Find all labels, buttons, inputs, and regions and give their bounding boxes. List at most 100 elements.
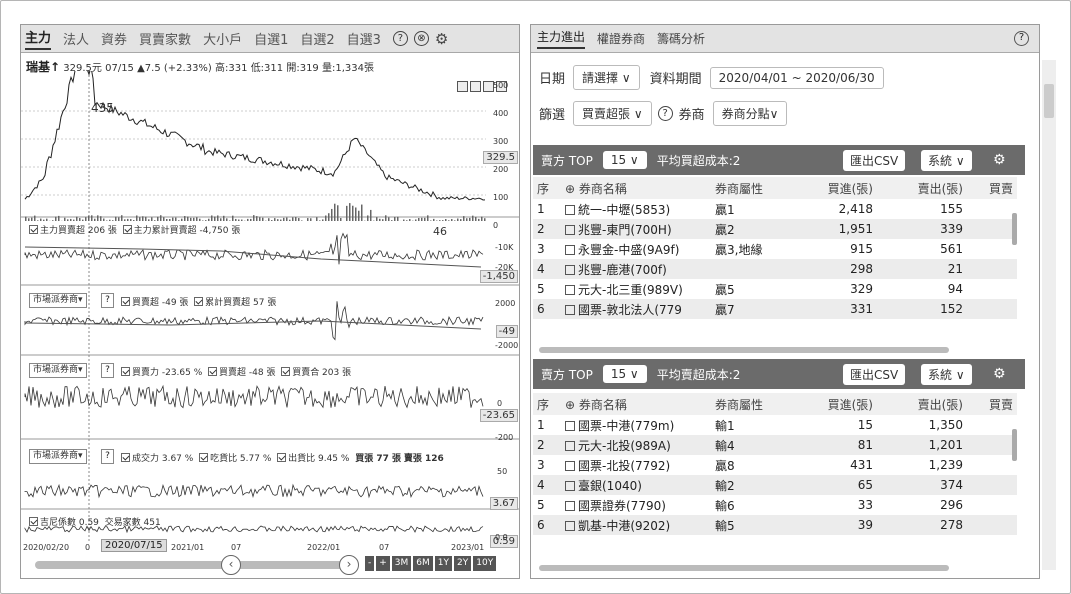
row-checkbox[interactable]: [565, 264, 575, 275]
page-scroll-thumb[interactable]: [1044, 84, 1054, 118]
column-header[interactable]: 券商屬性: [711, 393, 793, 415]
gear-icon[interactable]: ⚙: [435, 30, 448, 48]
tab-custom3[interactable]: 自選3: [347, 29, 381, 48]
tab-chip-analysis[interactable]: 籌碼分析: [657, 30, 705, 47]
buy-table-vscroll[interactable]: [1012, 429, 1017, 461]
scroll-right-icon[interactable]: ›: [339, 555, 359, 575]
broker-select[interactable]: 券商分點∨: [712, 101, 788, 126]
tab-custom2[interactable]: 自選2: [300, 29, 334, 48]
volume-bar: [163, 217, 165, 221]
zoom-in-button[interactable]: +: [376, 556, 390, 571]
tab-warrant-brokers[interactable]: 權證券商: [597, 30, 645, 47]
top-n-select[interactable]: 15 ∨: [602, 365, 647, 383]
export-csv-button[interactable]: 匯出CSV: [843, 363, 906, 385]
buy-table-hscroll[interactable]: [539, 565, 949, 571]
checkbox[interactable]: [121, 367, 130, 376]
tab-custom1[interactable]: 自選1: [254, 29, 288, 48]
row-checkbox[interactable]: [565, 440, 575, 451]
rank: 4: [533, 475, 561, 495]
zoom-out-button[interactable]: -: [365, 556, 375, 571]
help-icon[interactable]: ?: [392, 31, 408, 46]
checkbox[interactable]: [121, 453, 130, 462]
checkbox[interactable]: [277, 453, 287, 462]
tab-main-in-out[interactable]: 主力進出: [537, 28, 586, 49]
checkbox[interactable]: [194, 297, 204, 306]
panel5-help-button[interactable]: ?: [101, 449, 114, 464]
top-n-select[interactable]: 15 ∨: [602, 151, 647, 169]
checkbox[interactable]: [122, 225, 132, 234]
range-6m-button[interactable]: 6M: [413, 556, 433, 571]
checkbox[interactable]: [29, 517, 38, 526]
checkbox[interactable]: [208, 367, 218, 376]
range-2y-button[interactable]: 2Y: [454, 556, 472, 571]
table-row[interactable]: 3 國票-北投(7792) 贏8 431 1,239: [533, 455, 1017, 475]
panel4-help-button[interactable]: ?: [101, 363, 114, 378]
row-checkbox[interactable]: [565, 244, 575, 255]
broker-dropdown[interactable]: 市場派券商▾: [29, 293, 87, 308]
time-scrollbar[interactable]: [35, 561, 355, 569]
row-checkbox[interactable]: [565, 520, 575, 531]
period-field[interactable]: 2020/04/01 ~ 2020/06/30: [709, 66, 884, 89]
date-select[interactable]: 請選擇 ∨: [573, 65, 640, 90]
sell-table-hscroll[interactable]: [539, 347, 949, 353]
column-header[interactable]: 券商屬性: [711, 177, 793, 199]
help-icon[interactable]: ?: [657, 106, 673, 121]
column-header[interactable]: 買賣: [967, 393, 1017, 415]
tab-broker-count[interactable]: 買賣家數: [139, 29, 191, 48]
column-header[interactable]: ⊕ 券商名稱: [561, 393, 711, 415]
system-select[interactable]: 系統 ∨: [921, 363, 972, 385]
column-header[interactable]: 買賣: [967, 177, 1017, 199]
table-row[interactable]: 2 兆豐-東門(700H) 贏2 1,951 339: [533, 219, 1017, 239]
checkbox[interactable]: [121, 297, 130, 306]
column-header[interactable]: 賣出(張): [877, 177, 967, 199]
row-checkbox[interactable]: [565, 284, 575, 295]
filter-select[interactable]: 買賣超張 ∨: [573, 101, 652, 126]
row-checkbox[interactable]: [565, 420, 575, 431]
range-10y-button[interactable]: 10Y: [473, 556, 497, 571]
column-header[interactable]: 買進(張): [793, 393, 877, 415]
sell-lots: 561: [940, 242, 963, 256]
range-3m-button[interactable]: 3M: [391, 556, 412, 571]
range-1y-button[interactable]: 1Y: [434, 556, 453, 571]
column-header[interactable]: 序: [533, 177, 561, 199]
gear-icon[interactable]: ⚙: [993, 366, 1006, 382]
panel3-help-button[interactable]: ?: [101, 293, 114, 308]
tab-margin[interactable]: 資券: [101, 29, 127, 48]
system-select[interactable]: 系統 ∨: [921, 149, 972, 171]
table-row[interactable]: 1 國票-中港(779m) 輸1 15 1,350: [533, 415, 1017, 435]
sell-table-vscroll[interactable]: [1012, 213, 1017, 245]
row-checkbox[interactable]: [565, 500, 575, 511]
table-row[interactable]: 2 元大-北投(989A) 輸4 81 1,201: [533, 435, 1017, 455]
column-header[interactable]: 買進(張): [793, 177, 877, 199]
checkbox[interactable]: [29, 225, 38, 234]
row-checkbox[interactable]: [565, 480, 575, 491]
column-header[interactable]: 賣出(張): [877, 393, 967, 415]
row-checkbox[interactable]: [565, 304, 575, 315]
page-scrollbar[interactable]: [1042, 60, 1056, 570]
checkbox[interactable]: [199, 453, 209, 462]
tab-institutional[interactable]: 法人: [63, 29, 89, 48]
tab-holders[interactable]: 大小戶: [203, 29, 242, 48]
export-csv-button[interactable]: 匯出CSV: [843, 149, 906, 171]
close-icon[interactable]: ⊗: [413, 31, 429, 46]
table-row[interactable]: 4 兆豐-鹿港(700f) 298 21: [533, 259, 1017, 279]
table-row[interactable]: 6 國票-敦北法人(779 贏7 331 152: [533, 299, 1017, 319]
checkbox[interactable]: [281, 367, 291, 376]
row-checkbox[interactable]: [565, 204, 575, 215]
row-checkbox[interactable]: [565, 460, 575, 471]
table-row[interactable]: 6 凱基-中港(9202) 輸5 39 278: [533, 515, 1017, 535]
table-row[interactable]: 1 統一-中壢(5853) 贏1 2,418 155: [533, 199, 1017, 219]
gear-icon[interactable]: ⚙: [993, 152, 1006, 168]
table-row[interactable]: 3 永豐金-中盛(9A9f) 贏3,地緣 915 561: [533, 239, 1017, 259]
table-row[interactable]: 5 國票證券(7790) 輸6 33 296: [533, 495, 1017, 515]
table-row[interactable]: 4 臺銀(1040) 輸2 65 374: [533, 475, 1017, 495]
tab-main-force[interactable]: 主力: [25, 27, 52, 50]
help-icon[interactable]: ?: [1014, 31, 1029, 46]
column-header[interactable]: 序: [533, 393, 561, 415]
scroll-left-icon[interactable]: ‹: [221, 555, 241, 575]
broker-dropdown[interactable]: 市場派券商▾: [29, 363, 87, 378]
row-checkbox[interactable]: [565, 224, 575, 235]
table-row[interactable]: 5 元大-北三重(989V) 贏5 329 94: [533, 279, 1017, 299]
broker-dropdown[interactable]: 市場派券商▾: [29, 449, 87, 464]
column-header[interactable]: ⊕ 券商名稱: [561, 177, 711, 199]
